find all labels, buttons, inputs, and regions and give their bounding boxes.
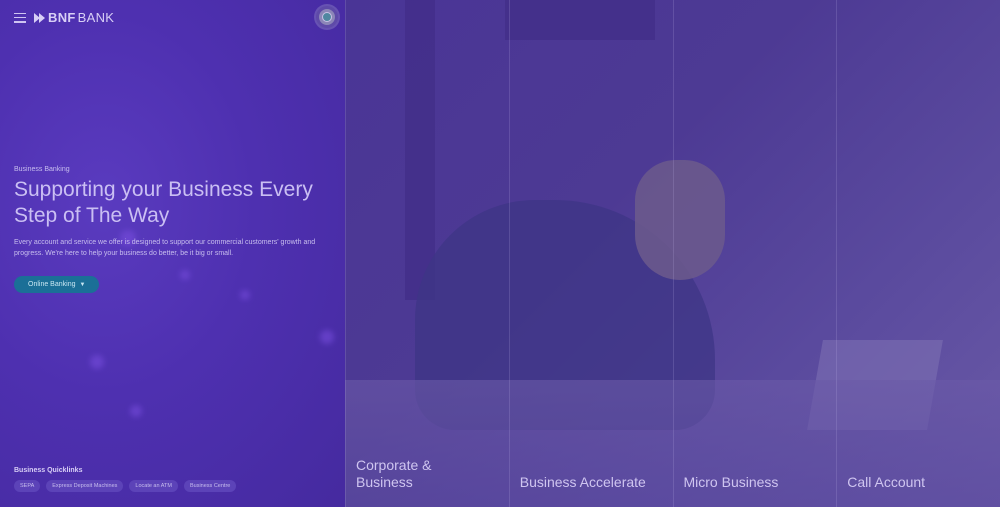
business-quicklinks: Business Quicklinks SEPA Express Deposit… <box>14 467 237 492</box>
product-label: Call Account <box>847 474 926 490</box>
avatar-image <box>322 12 332 22</box>
brand-name-rest: BANK <box>77 10 115 25</box>
top-bar: BNF BANK <box>14 10 114 25</box>
quicklink-express-deposit[interactable]: Express Deposit Machines <box>46 480 124 492</box>
brand-logo[interactable]: BNF BANK <box>34 10 114 25</box>
quicklink-business-centre[interactable]: Business Centre <box>183 480 237 492</box>
hero-eyebrow: Business Banking <box>14 166 70 173</box>
hero-description: Every account and service we offer is de… <box>14 239 316 257</box>
product-corporate-business[interactable]: Corporate & Business <box>345 0 509 507</box>
quicklink-locate-atm[interactable]: Locate an ATM <box>129 480 178 492</box>
avatar[interactable] <box>316 6 338 28</box>
brand-name-bold: BNF <box>48 10 76 25</box>
hero-content: Business Banking Supporting your Busines… <box>14 166 334 293</box>
product-label: Business Accelerate <box>519 474 646 490</box>
product-label: Corporate & Business <box>356 457 432 490</box>
bokeh-light <box>320 330 334 344</box>
product-business-accelerate[interactable]: Business Accelerate <box>508 0 673 507</box>
online-banking-button[interactable]: Online Banking ▼ <box>14 276 100 293</box>
bokeh-light <box>90 355 104 369</box>
quicklinks-list: SEPA Express Deposit Machines Locate an … <box>14 480 237 492</box>
product-label: Micro Business <box>683 474 779 490</box>
quicklinks-title: Business Quicklinks <box>14 467 83 474</box>
product-call-account[interactable]: Call Account <box>836 0 1000 507</box>
product-micro-business[interactable]: Micro Business <box>672 0 837 507</box>
chevron-down-icon: ▼ <box>79 281 86 288</box>
menu-icon[interactable] <box>14 12 26 23</box>
bokeh-light <box>130 405 142 417</box>
bnf-logo-icon <box>34 12 46 24</box>
quicklink-sepa[interactable]: SEPA <box>14 480 41 492</box>
online-banking-label: Online Banking <box>28 281 76 288</box>
page-title: Supporting your Business Every Step of T… <box>14 178 313 227</box>
product-columns: Corporate & Business Business Accelerate… <box>345 0 1000 507</box>
